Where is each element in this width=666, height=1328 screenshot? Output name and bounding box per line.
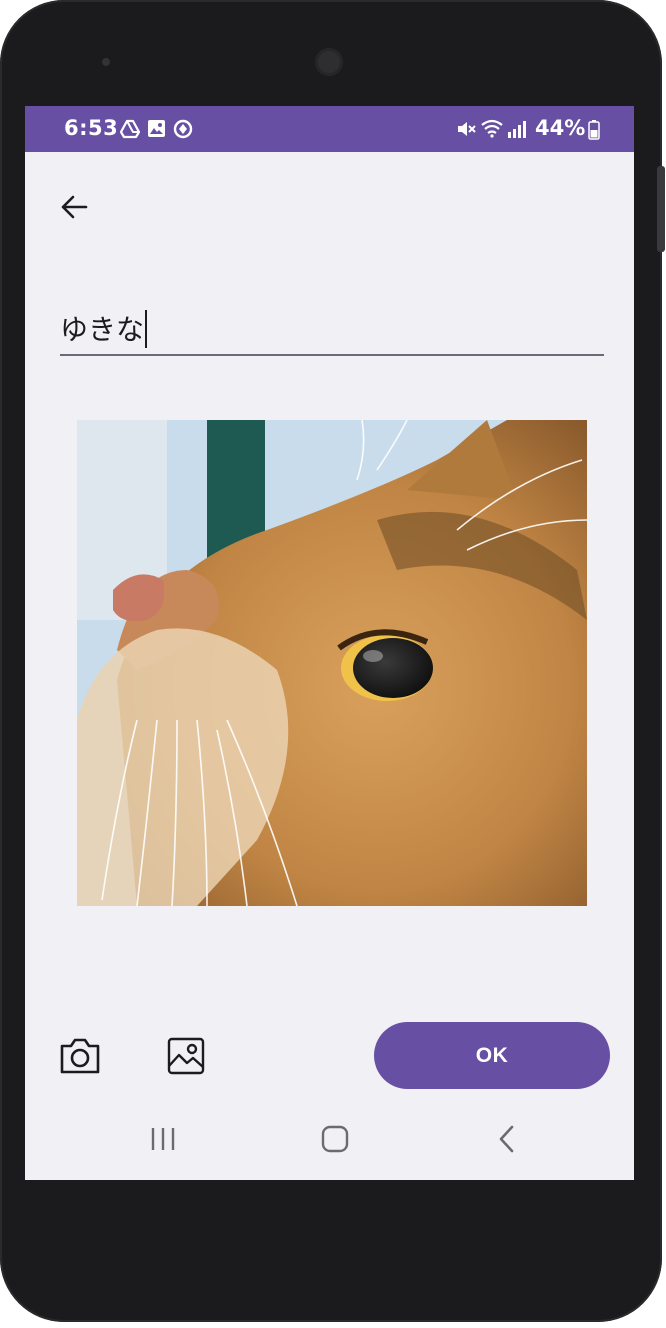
recents-icon: [151, 1128, 175, 1150]
status-bar: 6:53 44%: [25, 106, 634, 152]
cat-photo: [77, 420, 587, 906]
back-button[interactable]: [51, 184, 97, 230]
back-icon: [499, 1125, 514, 1153]
status-time: 6:53: [64, 116, 119, 140]
mute-icon: [458, 122, 476, 136]
name-input[interactable]: ゆきな: [60, 302, 604, 356]
signal-icon: [508, 121, 526, 138]
ok-button[interactable]: OK: [374, 1022, 610, 1089]
side-button: [657, 166, 665, 252]
battery-level: 44%: [535, 116, 586, 140]
text-caret: [145, 310, 148, 348]
name-input-value: ゆきな: [60, 313, 145, 346]
sync-icon: [173, 119, 193, 139]
nav-recents-button[interactable]: [138, 1119, 188, 1159]
gallery-button[interactable]: [162, 1032, 210, 1080]
camera-icon: [60, 1038, 100, 1074]
arrow-left-icon: [61, 195, 88, 219]
sensor-dot: [102, 58, 110, 66]
image-icon: [167, 1037, 205, 1075]
gallery-icon: [148, 120, 165, 137]
front-camera: [315, 48, 343, 76]
drive-icon: [120, 119, 140, 139]
app-header: [25, 152, 634, 262]
system-nav-bar: [25, 1101, 634, 1180]
wifi-icon: [481, 119, 503, 138]
home-icon: [321, 1125, 349, 1153]
phone-frame: 6:53 44% ゆきな OK: [0, 0, 665, 1322]
camera-button[interactable]: [56, 1032, 104, 1080]
nav-home-button[interactable]: [310, 1119, 360, 1159]
nav-back-button[interactable]: [482, 1119, 532, 1159]
battery-icon: [588, 120, 600, 140]
screen: 6:53 44% ゆきな OK: [25, 106, 634, 1180]
bottom-toolbar: OK: [25, 1022, 634, 1092]
